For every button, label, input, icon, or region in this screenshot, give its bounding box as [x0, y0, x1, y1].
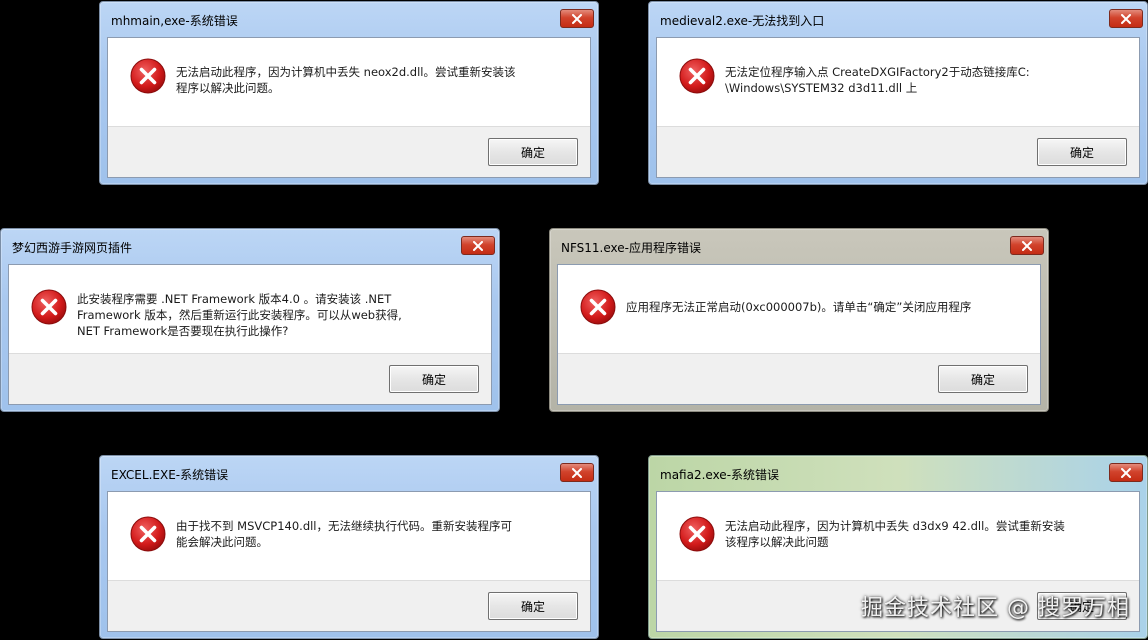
error-icon: [130, 58, 166, 94]
dialog-body: 无法启动此程序，因为计算机中丢失 neox2d.dll。尝试重新安装该 程序以解…: [107, 37, 591, 178]
close-button[interactable]: [560, 9, 594, 28]
screen: mhmain,exe-系统错误 无法启动此程序，因为计算机中丢失 neox2d.…: [0, 0, 1148, 640]
close-icon: [1121, 13, 1131, 24]
close-button[interactable]: [1109, 9, 1143, 28]
error-message: 无法启动此程序，因为计算机中丢失 d3dx9 42.dll。尝试重新安装 该程序…: [725, 519, 1065, 549]
error-icon: [679, 516, 715, 552]
error-dialog-excel: EXCEL.EXE-系统错误 由于找不到 MSVCP140.dll，无法继续执行…: [99, 455, 599, 639]
error-dialog-mhmain: mhmain,exe-系统错误 无法启动此程序，因为计算机中丢失 neox2d.…: [99, 1, 599, 185]
error-message: 无法定位程序输入点 CreateDXGIFactory2于动态链接库C: \Wi…: [725, 65, 1030, 95]
dialog-title: medieval2.exe-无法找到入口: [660, 14, 825, 28]
dialog-title: mhmain,exe-系统错误: [111, 14, 238, 28]
error-dialog-menghuan: 梦幻西游手游网页插件 此安装程序需要 .NET Framework 版本4.0 …: [0, 228, 500, 412]
button-bar: 确定: [108, 580, 590, 631]
close-icon: [572, 467, 582, 478]
close-icon: [1022, 240, 1032, 251]
close-button[interactable]: [1010, 236, 1044, 255]
button-bar: 确定: [9, 353, 491, 404]
titlebar[interactable]: 梦幻西游手游网页插件: [8, 229, 495, 264]
titlebar[interactable]: EXCEL.EXE-系统错误: [107, 456, 594, 491]
close-icon: [1121, 467, 1131, 478]
button-bar: 确定: [657, 126, 1139, 177]
dialog-title: NFS11.exe-应用程序错误: [561, 241, 701, 255]
error-dialog-nfs11: NFS11.exe-应用程序错误 应用程序无法正常启动(0xc000007b)。…: [549, 228, 1049, 412]
close-icon: [572, 13, 582, 24]
error-dialog-medieval2: medieval2.exe-无法找到入口 无法定位程序输入点 CreateDXG…: [648, 1, 1148, 185]
error-icon: [580, 289, 616, 325]
ok-button[interactable]: 确定: [488, 592, 578, 620]
error-icon: [31, 289, 67, 325]
close-button[interactable]: [461, 236, 495, 255]
watermark: 掘金技术社区 @ 搜罗万相: [861, 596, 1130, 621]
close-button[interactable]: [560, 463, 594, 482]
button-bar: 确定: [108, 126, 590, 177]
error-icon: [679, 58, 715, 94]
ok-button[interactable]: 确定: [1037, 138, 1127, 166]
error-message: 应用程序无法正常启动(0xc000007b)。请单击“确定”关闭应用程序: [626, 300, 972, 314]
dialog-body: 此安装程序需要 .NET Framework 版本4.0 。请安装该 .NET …: [8, 264, 492, 405]
dialog-body: 由于找不到 MSVCP140.dll，无法继续执行代码。重新安装程序可 能会解决…: [107, 491, 591, 632]
titlebar[interactable]: mafia2.exe-系统错误: [656, 456, 1143, 491]
error-message: 此安装程序需要 .NET Framework 版本4.0 。请安装该 .NET …: [77, 292, 402, 338]
error-message: 由于找不到 MSVCP140.dll，无法继续执行代码。重新安装程序可 能会解决…: [176, 519, 513, 549]
error-message: 无法启动此程序，因为计算机中丢失 neox2d.dll。尝试重新安装该 程序以解…: [176, 65, 516, 95]
dialog-title: 梦幻西游手游网页插件: [12, 241, 133, 255]
ok-button[interactable]: 确定: [938, 365, 1028, 393]
titlebar[interactable]: medieval2.exe-无法找到入口: [656, 2, 1143, 37]
dialog-title: EXCEL.EXE-系统错误: [111, 468, 229, 482]
close-icon: [473, 240, 483, 251]
titlebar[interactable]: NFS11.exe-应用程序错误: [557, 229, 1044, 264]
error-icon: [130, 516, 166, 552]
button-bar: 确定: [558, 353, 1040, 404]
ok-button[interactable]: 确定: [488, 138, 578, 166]
dialog-body: 无法定位程序输入点 CreateDXGIFactory2于动态链接库C: \Wi…: [656, 37, 1140, 178]
close-button[interactable]: [1109, 463, 1143, 482]
dialog-body: 应用程序无法正常启动(0xc000007b)。请单击“确定”关闭应用程序 确定: [557, 264, 1041, 405]
dialog-title: mafia2.exe-系统错误: [660, 468, 780, 482]
ok-button[interactable]: 确定: [389, 365, 479, 393]
titlebar[interactable]: mhmain,exe-系统错误: [107, 2, 594, 37]
